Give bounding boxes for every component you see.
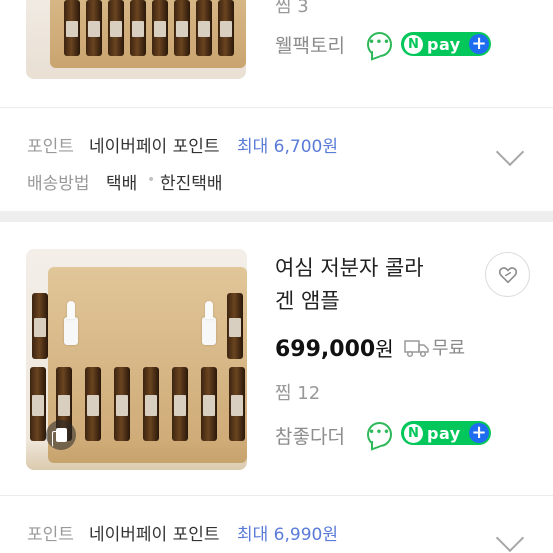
- vial: [64, 0, 80, 56]
- vial: [143, 367, 159, 441]
- vial: [152, 0, 168, 56]
- npay-label: pay: [427, 423, 461, 443]
- seller-name[interactable]: 웰팩토리: [275, 31, 345, 58]
- heart-icon: [498, 266, 517, 283]
- separator-dot: •: [147, 172, 156, 188]
- vial: [201, 367, 217, 441]
- product-title-line1[interactable]: 여심 저분자 콜라: [275, 252, 424, 285]
- vial: [130, 0, 146, 56]
- vial: [108, 0, 124, 56]
- price-unit: 원: [375, 337, 394, 361]
- truck-icon: [404, 340, 429, 358]
- chevron-down-icon[interactable]: [495, 523, 525, 553]
- vial: [32, 293, 48, 359]
- vial: [218, 0, 234, 56]
- zzim-count: 찜 12: [275, 383, 321, 404]
- npay-n-icon: N: [404, 423, 423, 443]
- seller-name[interactable]: 참좋다더: [275, 422, 345, 449]
- product-title-line2[interactable]: 겐 앰플: [275, 285, 340, 318]
- product-price: 699,000원: [275, 333, 394, 362]
- shipping-fee: 무료: [432, 338, 466, 359]
- vial: [196, 0, 212, 56]
- vial: [174, 0, 190, 56]
- dropper: [64, 301, 78, 345]
- zzim-count: 찜 3: [275, 0, 309, 17]
- vial: [85, 367, 101, 441]
- divider: [0, 495, 553, 496]
- price-value: 699,000: [275, 337, 376, 362]
- point-name: 네이버페이 포인트: [89, 137, 220, 157]
- vial: [172, 367, 188, 441]
- divider: [0, 107, 553, 108]
- npay-label: pay: [427, 34, 461, 54]
- point-label: 포인트: [27, 525, 74, 545]
- vial: [114, 367, 130, 441]
- point-max: 최대 6,700원: [237, 137, 338, 157]
- vial: [229, 367, 245, 441]
- npay-badge: N pay +: [401, 32, 491, 56]
- vial: [30, 367, 46, 441]
- section-divider: [0, 211, 553, 222]
- product-image-1[interactable]: [26, 0, 246, 79]
- npay-n-icon: N: [404, 34, 423, 54]
- delivery-carrier: 한진택배: [160, 174, 223, 194]
- point-name: 네이버페이 포인트: [89, 525, 220, 545]
- multi-image-icon: [46, 420, 76, 450]
- point-label: 포인트: [27, 137, 74, 157]
- dropper: [202, 301, 216, 345]
- talk-icon[interactable]: •••: [367, 422, 392, 447]
- talk-icon[interactable]: •••: [367, 32, 392, 57]
- vial: [227, 293, 243, 359]
- point-max: 최대 6,990원: [237, 525, 338, 545]
- delivery-label: 배송방법: [27, 174, 90, 194]
- vial: [86, 0, 102, 56]
- chevron-down-icon[interactable]: [495, 137, 525, 167]
- npay-badge: N pay +: [401, 421, 491, 445]
- wishlist-button[interactable]: [485, 252, 530, 297]
- npay-plus-icon: +: [469, 34, 489, 54]
- npay-plus-icon: +: [469, 423, 489, 443]
- delivery-method: 택배: [106, 174, 138, 194]
